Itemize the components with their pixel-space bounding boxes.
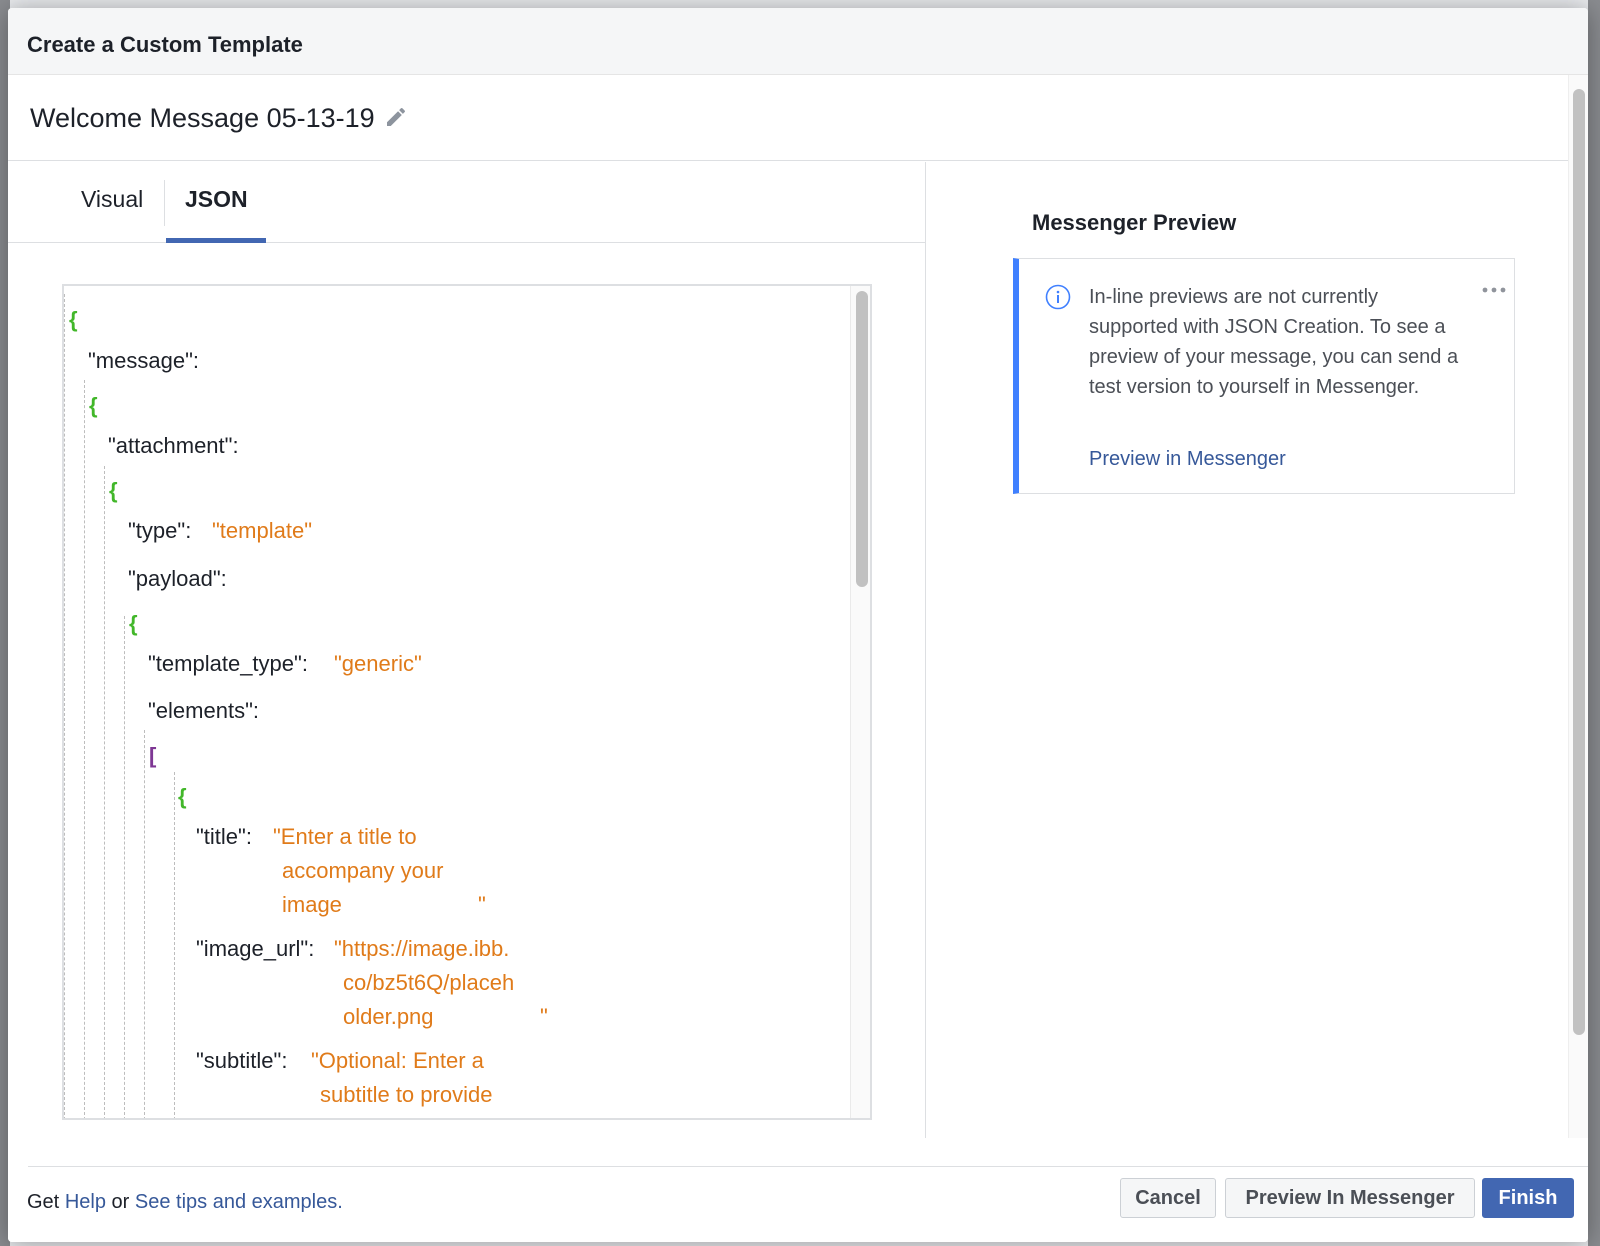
code-payload-open: { bbox=[129, 611, 138, 636]
tab-visual[interactable]: Visual bbox=[81, 186, 143, 213]
code-image-url-value-end: " bbox=[540, 1004, 548, 1029]
code-elements-key: "elements": bbox=[148, 698, 259, 723]
preview-title: Messenger Preview bbox=[1032, 210, 1237, 235]
code-subtitle-key: "subtitle": bbox=[196, 1048, 288, 1073]
finish-button[interactable]: Finish bbox=[1482, 1178, 1574, 1218]
code-root-open: { bbox=[69, 307, 78, 332]
modal-scrollbar-thumb[interactable] bbox=[1573, 89, 1585, 1035]
code-image-url-value: "https://image.ibb. bbox=[334, 936, 510, 961]
code-title-value-end: " bbox=[478, 892, 486, 917]
help-link[interactable]: Help bbox=[65, 1191, 106, 1213]
code-image-url-key: "image_url": bbox=[196, 936, 315, 961]
background-overlay-right bbox=[1588, 0, 1600, 1246]
tab-divider bbox=[164, 180, 165, 226]
code-title-value: image bbox=[282, 892, 342, 917]
info-notice: In-line previews are not currently suppo… bbox=[1013, 258, 1515, 494]
footer-help-text: Get Help or See tips and examples. bbox=[27, 1191, 343, 1214]
code-title-value: "Enter a title to bbox=[273, 824, 417, 849]
footer-divider bbox=[28, 1166, 1588, 1167]
active-tab-indicator bbox=[166, 238, 266, 243]
code-message-open: { bbox=[89, 393, 98, 418]
more-icon[interactable] bbox=[1481, 285, 1507, 295]
code-subtitle-value: "Optional: Enter a bbox=[311, 1048, 484, 1073]
editor-pane: Visual JSON { "message": { "attachment":… bbox=[8, 162, 926, 1138]
code-type-value: "template" bbox=[212, 518, 312, 543]
modal-scrollbar[interactable] bbox=[1568, 75, 1588, 1141]
code-subtitle-value: subtitle to provide bbox=[320, 1082, 493, 1107]
modal-header: Create a Custom Template bbox=[8, 8, 1588, 75]
code-title-key: "title": bbox=[196, 824, 252, 849]
tab-json[interactable]: JSON bbox=[185, 186, 248, 213]
indent-guide bbox=[144, 730, 145, 1118]
help-prefix: Get bbox=[27, 1191, 60, 1213]
indent-guide bbox=[104, 466, 105, 1118]
indent-guide bbox=[84, 380, 85, 1118]
editor-scrollbar-thumb[interactable] bbox=[856, 291, 868, 587]
indent-guide bbox=[124, 616, 125, 1118]
indent-guide bbox=[174, 772, 175, 1118]
code-elements-open: [ bbox=[149, 743, 157, 768]
preview-pane: Messenger Preview In-line previews are n… bbox=[927, 162, 1568, 1138]
code-payload-key: "payload": bbox=[128, 566, 227, 591]
code-type-key: "type": bbox=[128, 518, 192, 543]
code-attachment-open: { bbox=[109, 478, 118, 503]
pencil-icon[interactable] bbox=[384, 105, 408, 129]
info-icon bbox=[1045, 284, 1071, 310]
preview-in-messenger-button[interactable]: Preview In Messenger bbox=[1225, 1178, 1475, 1218]
code-element-open: { bbox=[178, 784, 187, 809]
template-name[interactable]: Welcome Message 05-13-19 bbox=[30, 103, 375, 134]
cancel-button[interactable]: Cancel bbox=[1120, 1178, 1216, 1218]
template-name-row: Welcome Message 05-13-19 bbox=[8, 75, 1568, 161]
create-template-modal: Create a Custom Template Welcome Message… bbox=[8, 8, 1588, 1242]
code-image-url-value: co/bz5t6Q/placeh bbox=[343, 970, 515, 995]
info-text: In-line previews are not currently suppo… bbox=[1089, 286, 1459, 398]
code-attachment-key: "attachment": bbox=[108, 433, 239, 458]
code-title-value: accompany your bbox=[282, 858, 444, 883]
preview-in-messenger-link[interactable]: Preview in Messenger bbox=[1089, 448, 1286, 471]
code-image-url-value: older.png bbox=[343, 1004, 434, 1029]
modal-footer: Get Help or See tips and examples. Cance… bbox=[8, 1138, 1588, 1242]
code-message-key: "message": bbox=[88, 348, 199, 373]
modal-title: Create a Custom Template bbox=[27, 32, 303, 57]
editor-scrollbar[interactable] bbox=[850, 286, 870, 1118]
indent-guide bbox=[64, 294, 65, 1118]
code-template-type-key: "template_type": bbox=[148, 651, 308, 676]
json-editor[interactable]: { "message": { "attachment": { "type": "… bbox=[62, 284, 872, 1120]
code-template-type-value: "generic" bbox=[334, 651, 422, 676]
tab-bar: Visual JSON bbox=[8, 162, 926, 243]
tips-link[interactable]: See tips and examples. bbox=[135, 1191, 343, 1213]
help-mid: or bbox=[111, 1191, 130, 1213]
